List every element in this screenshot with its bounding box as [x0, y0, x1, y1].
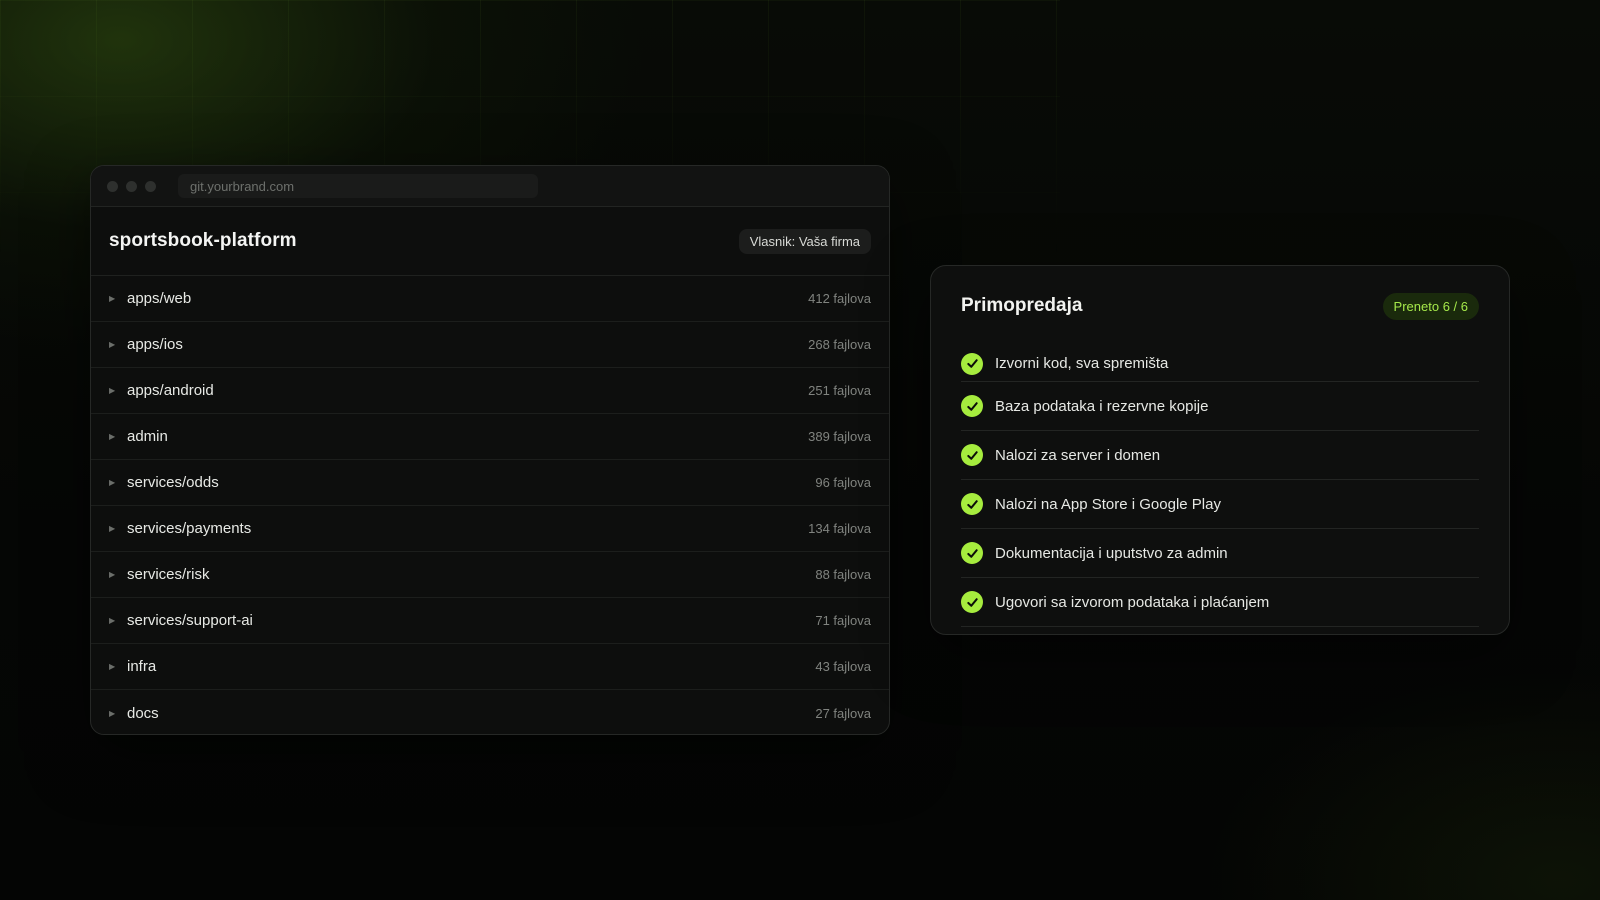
handover-header: Primopredaja Preneto 6 / 6	[961, 266, 1479, 346]
window-titlebar: git.yourbrand.com	[91, 166, 889, 207]
folder-name: infra	[127, 658, 157, 675]
file-count: 88 fajlova	[815, 567, 871, 582]
checklist-label: Baza podataka i rezervne kopije	[995, 397, 1209, 415]
caret-right-icon: ▶	[109, 294, 116, 303]
window-close-dot[interactable]	[107, 180, 118, 192]
check-icon	[961, 591, 983, 613]
repo-browser-window: git.yourbrand.com sportsbook-platform Vl…	[90, 165, 890, 735]
folder-row[interactable]: ▶ services/support-ai 71 fajlova	[91, 598, 889, 644]
file-count: 412 fajlova	[808, 291, 871, 306]
folder-list: ▶ apps/web 412 fajlova ▶ apps/ios 268 fajl…	[91, 276, 889, 734]
handover-title: Primopredaja	[961, 295, 1083, 316]
repo-header: sportsbook-platform Vlasnik: Vaša firma	[91, 207, 889, 276]
check-icon	[961, 444, 983, 466]
check-icon	[961, 493, 983, 515]
checklist-item: Ugovori sa izvorom podataka i plaćanjem	[961, 578, 1479, 627]
checklist-item: Dokumentacija i uputstvo za admin	[961, 529, 1479, 578]
owner-badge: Vlasnik: Vaša firma	[738, 228, 871, 254]
checklist-label: Ugovori sa izvorom podataka i plaćanjem	[995, 593, 1270, 611]
checklist-item: Baza podataka i rezervne kopije	[961, 382, 1479, 431]
url-bar[interactable]: git.yourbrand.com	[178, 174, 538, 198]
folder-row[interactable]: ▶ services/risk 88 fajlova	[91, 552, 889, 598]
folder-row[interactable]: ▶ services/payments 134 fajlova	[91, 506, 889, 552]
transfer-status-badge: Preneto 6 / 6	[1382, 292, 1479, 320]
url-text: git.yourbrand.com	[190, 178, 295, 194]
file-count: 27 fajlova	[815, 705, 871, 721]
folder-name: apps/web	[127, 290, 192, 307]
window-minimize-dot[interactable]	[126, 180, 137, 192]
file-count: 251 fajlova	[808, 383, 871, 398]
checklist-label: Nalozi na App Store i Google Play	[995, 495, 1221, 513]
file-count: 96 fajlova	[815, 475, 871, 490]
folder-row[interactable]: ▶ infra 43 fajlova	[91, 644, 889, 690]
checklist-label: Dokumentacija i uputstvo za admin	[995, 544, 1228, 562]
caret-right-icon: ▶	[109, 432, 116, 441]
folder-name: admin	[127, 428, 168, 445]
checklist-item: Nalozi na App Store i Google Play	[961, 480, 1479, 529]
checklist-label: Nalozi za server i domen	[995, 446, 1161, 464]
check-icon	[961, 542, 983, 564]
window-maximize-dot[interactable]	[145, 180, 156, 192]
caret-right-icon: ▶	[109, 570, 116, 579]
caret-right-icon: ▶	[109, 708, 116, 718]
caret-right-icon: ▶	[109, 524, 116, 533]
check-icon	[961, 352, 983, 375]
folder-row[interactable]: ▶ apps/web 412 fajlova	[91, 276, 889, 322]
folder-name: services/support-ai	[127, 612, 253, 629]
folder-name: services/payments	[127, 520, 252, 537]
caret-right-icon: ▶	[109, 478, 116, 487]
check-icon	[961, 395, 983, 417]
caret-right-icon: ▶	[109, 616, 116, 625]
caret-right-icon: ▶	[109, 386, 116, 395]
caret-right-icon: ▶	[109, 662, 116, 671]
file-count: 134 fajlova	[808, 521, 871, 536]
folder-name: services/risk	[127, 566, 210, 583]
file-count: 389 fajlova	[808, 429, 871, 444]
handover-card: Primopredaja Preneto 6 / 6 Izvorni kod, …	[930, 265, 1510, 635]
folder-row[interactable]: ▶ docs 27 fajlova	[91, 690, 889, 734]
repo-title: sportsbook-platform	[109, 230, 297, 251]
caret-right-icon: ▶	[109, 340, 116, 349]
folder-name: services/odds	[127, 474, 219, 491]
folder-name: apps/android	[127, 382, 214, 399]
folder-row[interactable]: ▶ admin 389 fajlova	[91, 414, 889, 460]
folder-row[interactable]: ▶ apps/android 251 fajlova	[91, 368, 889, 414]
folder-name: docs	[127, 704, 159, 722]
checklist-item: Izvorni kod, sva spremišta	[961, 346, 1479, 382]
file-count: 43 fajlova	[815, 659, 871, 674]
file-count: 71 fajlova	[815, 613, 871, 628]
checklist-item: Nalozi za server i domen	[961, 431, 1479, 480]
folder-name: apps/ios	[127, 336, 183, 353]
folder-row[interactable]: ▶ apps/ios 268 fajlova	[91, 322, 889, 368]
file-count: 268 fajlova	[808, 337, 871, 352]
handover-checklist: Izvorni kod, sva spremišta Baza podataka…	[961, 346, 1479, 627]
checklist-label: Izvorni kod, sva spremišta	[995, 355, 1169, 372]
folder-row[interactable]: ▶ services/odds 96 fajlova	[91, 460, 889, 506]
